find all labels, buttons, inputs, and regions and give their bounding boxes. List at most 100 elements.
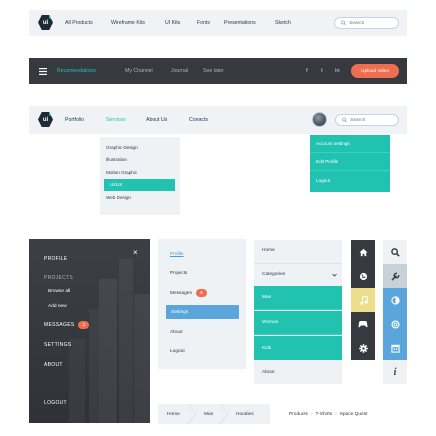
dropdown-item-illustration[interactable]: Illustration — [100, 154, 180, 167]
breadcrumb-separator: › — [335, 411, 337, 417]
music-icon[interactable] — [351, 288, 375, 312]
sidebar-item-messages-label: MESSAGES — [44, 322, 75, 328]
logo-dot-icon — [49, 112, 53, 116]
nav-link-ui-kits[interactable]: UI Kits — [165, 20, 180, 26]
navbar-portfolio: ui Portfolio Services About Us Conacts — [29, 106, 407, 134]
breadcrumb-t-shirts[interactable]: T-Shirts — [316, 412, 333, 417]
sidebar-item-logout[interactable]: LOGOUT — [44, 400, 67, 406]
nav-link-about-us[interactable]: About Us — [146, 117, 167, 123]
messages-badge: 8 — [195, 289, 207, 297]
menu-item-home[interactable]: Home — [262, 248, 275, 253]
nav-link-presentations[interactable]: Presentations — [224, 20, 256, 26]
menu-item-about[interactable]: About — [262, 370, 275, 375]
menu-item-logout[interactable]: Logout — [170, 349, 185, 354]
facebook-icon[interactable]: f — [306, 68, 308, 74]
nav-link-see-later[interactable]: See later — [203, 68, 224, 74]
messages-badge: 3 — [78, 321, 90, 329]
nav-link-conacts[interactable]: Conacts — [189, 117, 208, 123]
upload-video-button[interactable]: Upload video — [351, 64, 399, 78]
search-icon[interactable] — [383, 240, 407, 264]
info-glyph: i — [393, 366, 397, 378]
breadcrumb-hoodies[interactable]: Hoodies — [236, 404, 254, 424]
nav-link-journal[interactable]: Journal — [171, 68, 188, 74]
menu-item-categories-label: Categories — [262, 272, 286, 277]
dropdown-item-graphic-design[interactable]: Graphic Design — [100, 141, 180, 154]
account-dropdown: Account settings Edit Profile Logout — [310, 135, 390, 192]
breadcrumb-products[interactable]: Products — [289, 412, 308, 417]
menu-item-profile[interactable]: Profile — [170, 252, 184, 257]
menu-item-categories[interactable]: Categories — [262, 272, 337, 277]
sidebar-subitem-add-new[interactable]: Add new — [48, 304, 67, 309]
logo-text: ui — [42, 116, 49, 123]
categories-menu: Home Categories Man Woman Kids About — [254, 240, 342, 384]
info-icon[interactable]: i — [383, 360, 407, 384]
menu-item-about[interactable]: About — [170, 330, 183, 335]
menu-item-kids-label: Kids — [262, 345, 272, 351]
nav-link-portfolio[interactable]: Portfolio — [65, 117, 84, 123]
menu-item-woman[interactable]: Woman — [254, 311, 342, 335]
sidebar-item-profile[interactable]: PROFILE — [29, 249, 150, 269]
calendar-icon[interactable] — [383, 336, 407, 360]
menu-item-settings-label: Settings — [171, 309, 189, 315]
dropdown-item-logout[interactable]: Logout — [310, 171, 390, 190]
hamburger-menu-icon[interactable] — [39, 68, 47, 75]
navbar-products: ui All Products Wireframe Kits UI Kits F… — [29, 10, 407, 36]
sidebar-item-about[interactable]: ABOUT — [44, 362, 63, 368]
linkedin-icon[interactable]: in — [335, 68, 340, 74]
logo-icon[interactable]: ui — [38, 15, 53, 30]
menu-item-kids[interactable]: Kids — [254, 336, 342, 360]
logo-dot-icon — [49, 15, 53, 19]
sidebar-item-projects[interactable]: PROJECTS — [29, 269, 150, 289]
search-icon — [342, 117, 347, 123]
breadcrumb-space-quest[interactable]: Space Quest — [340, 412, 368, 417]
breadcrumb-man[interactable]: Man — [204, 404, 213, 424]
gear-icon[interactable] — [351, 336, 375, 360]
menu-item-messages-label: Messages — [170, 290, 192, 296]
services-dropdown: Graphic Design Illustration Motion Graph… — [100, 137, 180, 215]
dark-sidebar: × PROFILE PROJECTS Browse all Add new ME… — [29, 239, 150, 423]
wrench-icon[interactable] — [383, 264, 407, 288]
nav-link-my-channel[interactable]: My Channel — [125, 68, 153, 74]
dropdown-item-web-design[interactable]: Web Design — [100, 191, 180, 204]
breadcrumb-arrows: Home Man Hoodies — [158, 404, 270, 424]
sidebar-item-messages[interactable]: MESSAGES 3 — [44, 321, 90, 329]
search-field[interactable] — [334, 17, 399, 29]
nav-link-recomendations[interactable]: Recomendations — [57, 68, 96, 74]
breadcrumb-separator: › — [310, 411, 313, 417]
nav-link-wireframe-kits[interactable]: Wireframe Kits — [111, 20, 145, 26]
nav-link-services[interactable]: Services — [106, 117, 126, 123]
nav-link-sketch[interactable]: Sketch — [275, 20, 291, 26]
lifebuoy-icon[interactable] — [383, 312, 407, 336]
menu-item-settings[interactable]: Settings — [166, 305, 239, 319]
search-input[interactable] — [349, 20, 398, 26]
nav-link-fonts[interactable]: Fonts — [197, 20, 210, 26]
logo-icon[interactable]: ui — [38, 112, 53, 127]
search-icon — [341, 20, 346, 26]
profile-menu: Profile Projects Messages 8 Settings Abo… — [158, 239, 246, 369]
menu-item-messages[interactable]: Messages 8 — [170, 289, 207, 297]
twitter-icon[interactable]: t — [321, 68, 323, 74]
sidebar-subitem-browse-all[interactable]: Browse all — [48, 289, 70, 294]
upload-video-label: Upload video — [360, 68, 389, 74]
contrast-icon[interactable] — [383, 288, 407, 312]
dropdown-item-motion-graphic[interactable]: Motion Graphic — [100, 166, 180, 179]
dropdown-item-ui-ux[interactable]: UI/UX — [104, 178, 175, 191]
home-icon[interactable] — [351, 240, 375, 264]
menu-item-man[interactable]: Man — [254, 286, 342, 310]
globe-icon[interactable] — [351, 264, 375, 288]
nav-link-all-products[interactable]: All Products — [65, 20, 93, 26]
logo-text: ui — [42, 19, 49, 26]
search-field[interactable] — [335, 114, 399, 126]
dropdown-item-account-settings[interactable]: Account settings — [310, 135, 390, 153]
avatar[interactable] — [312, 112, 327, 127]
sidebar-item-settings[interactable]: SETTINGS — [44, 342, 71, 348]
dropdown-item-edit-profile[interactable]: Edit Profile — [310, 153, 390, 171]
search-input[interactable] — [350, 117, 398, 123]
navbar-video: Recomendations My Channel Journal See la… — [29, 58, 407, 84]
breadcrumb-home[interactable]: Home — [167, 404, 180, 424]
icon-bar-light: i — [383, 240, 407, 384]
gamepad-icon[interactable] — [351, 312, 375, 336]
divider — [254, 263, 342, 264]
menu-item-projects[interactable]: Projects — [170, 271, 187, 276]
menu-item-man-label: Man — [262, 295, 272, 300]
